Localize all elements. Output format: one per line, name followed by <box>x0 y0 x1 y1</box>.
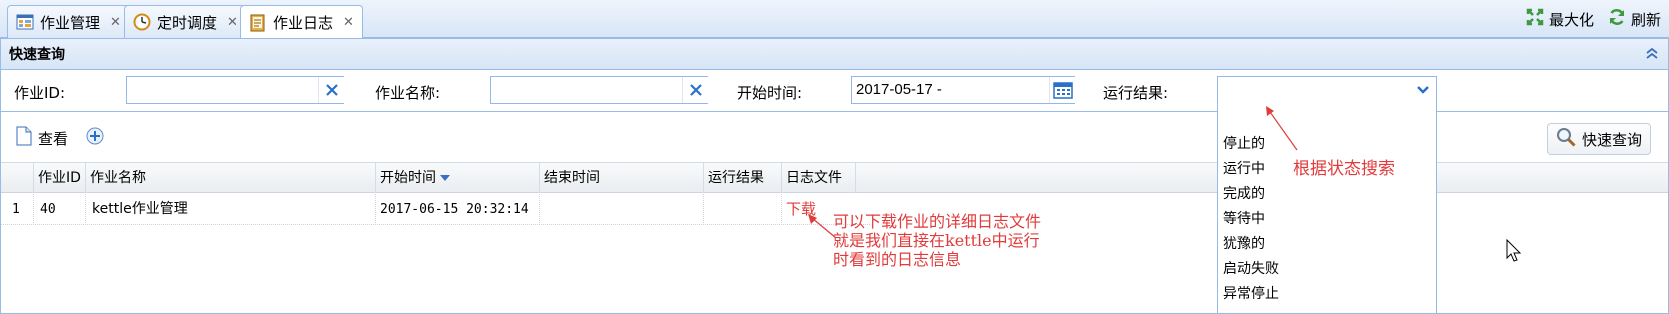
dropdown-option[interactable]: 犹豫的 <box>1223 233 1265 253</box>
search-icon <box>1556 127 1576 151</box>
tab-label: 作业管理 <box>40 13 101 32</box>
dropdown-option[interactable]: 停止的 <box>1223 133 1265 153</box>
job-id-label: 作业ID: <box>14 84 66 102</box>
job-name-input[interactable] <box>490 76 708 104</box>
tab-label: 作业日志 <box>273 14 334 32</box>
cell-job-id: 40 <box>34 194 86 225</box>
status-search-annotation: 根据状态搜索 <box>1293 159 1395 179</box>
column-header-label: 开始时间 <box>380 170 436 186</box>
tab-schedule[interactable]: 定时调度 ✕ <box>124 5 247 38</box>
job-id-input[interactable] <box>126 76 344 104</box>
start-time-label: 开始时间: <box>737 84 803 102</box>
view-button[interactable]: 查看 <box>16 126 68 150</box>
column-header-start-time[interactable]: 开始时间 <box>376 163 540 193</box>
dropdown-option[interactable]: 运行中 <box>1223 158 1265 178</box>
start-time-input[interactable]: 2017-05-17 - <box>851 76 1075 104</box>
refresh-icon <box>1608 8 1626 30</box>
refresh-button[interactable]: 刷新 <box>1608 8 1661 30</box>
grid-icon <box>16 13 34 31</box>
row-number: 1 <box>0 194 34 225</box>
log-annotation-line1: 可以下载作业的详细日志文件 <box>833 212 1042 231</box>
close-icon[interactable]: ✕ <box>110 15 121 30</box>
column-header-job-name[interactable]: 作业名称 <box>86 163 376 193</box>
close-icon[interactable]: ✕ <box>343 15 354 30</box>
plus-circle-icon <box>86 127 104 149</box>
result-dropdown-list: 停止的 运行中 完成的 等待中 犹豫的 启动失败 异常停止 <box>1217 103 1437 314</box>
sort-desc-icon <box>440 163 450 193</box>
calendar-icon[interactable] <box>1049 77 1075 103</box>
log-annotation-line2: 就是我们直接在kettle中运行 <box>833 231 1040 250</box>
result-select[interactable] <box>1217 76 1437 104</box>
window-tools: 最大化 刷新 <box>1526 8 1661 30</box>
maximize-button[interactable]: 最大化 <box>1526 8 1594 30</box>
quick-query-button[interactable]: 快速查询 <box>1546 123 1651 155</box>
column-header-end-time[interactable]: 结束时间 <box>540 163 704 193</box>
quick-query-label: 快速查询 <box>1581 130 1642 149</box>
dropdown-option[interactable]: 启动失败 <box>1223 258 1279 278</box>
tab-job-log[interactable]: 作业日志 ✕ <box>240 5 363 39</box>
cell-job-name: kettle作业管理 <box>86 194 376 225</box>
collapse-icon[interactable] <box>1645 46 1659 64</box>
tab-label: 定时调度 <box>157 13 218 32</box>
row-number-header <box>0 163 34 193</box>
cell-end-time <box>540 194 704 225</box>
clear-icon[interactable] <box>318 77 344 103</box>
column-header-result[interactable]: 运行结果 <box>704 163 782 193</box>
maximize-label: 最大化 <box>1548 10 1594 29</box>
tab-job-management[interactable]: 作业管理 ✕ <box>7 5 130 38</box>
log-annotation-line3: 时看到的日志信息 <box>833 250 962 269</box>
dropdown-option[interactable]: 异常停止 <box>1223 283 1279 303</box>
quick-search-panel-header: 快速查询 <box>0 38 1669 70</box>
dropdown-option[interactable]: 等待中 <box>1223 208 1265 228</box>
tab-bar: 作业管理 ✕ 定时调度 ✕ 作业日志 ✕ 最大化 刷新 <box>0 0 1669 39</box>
cell-result <box>704 194 782 225</box>
mouse-cursor-icon <box>1506 239 1522 262</box>
document-icon <box>16 126 32 150</box>
clock-icon <box>133 13 151 31</box>
column-header-job-id[interactable]: 作业ID <box>34 163 86 193</box>
log-book-icon <box>249 14 267 32</box>
close-icon[interactable]: ✕ <box>227 15 238 30</box>
cell-start-time: 2017-06-15 20:32:14 <box>376 194 540 225</box>
add-button[interactable] <box>86 127 104 149</box>
table-row[interactable]: 1 40 kettle作业管理 2017-06-15 20:32:14 下载 <box>0 194 870 225</box>
view-label: 查看 <box>38 129 69 148</box>
result-label: 运行结果: <box>1103 84 1169 102</box>
clear-icon[interactable] <box>682 77 708 103</box>
maximize-icon <box>1526 8 1544 30</box>
job-name-label: 作业名称: <box>375 84 441 102</box>
dropdown-option[interactable]: 完成的 <box>1223 183 1265 203</box>
column-header-log-file[interactable]: 日志文件 <box>782 163 856 193</box>
refresh-label: 刷新 <box>1630 10 1661 29</box>
chevron-down-icon[interactable] <box>1410 77 1436 103</box>
panel-title: 快速查询 <box>9 46 65 63</box>
